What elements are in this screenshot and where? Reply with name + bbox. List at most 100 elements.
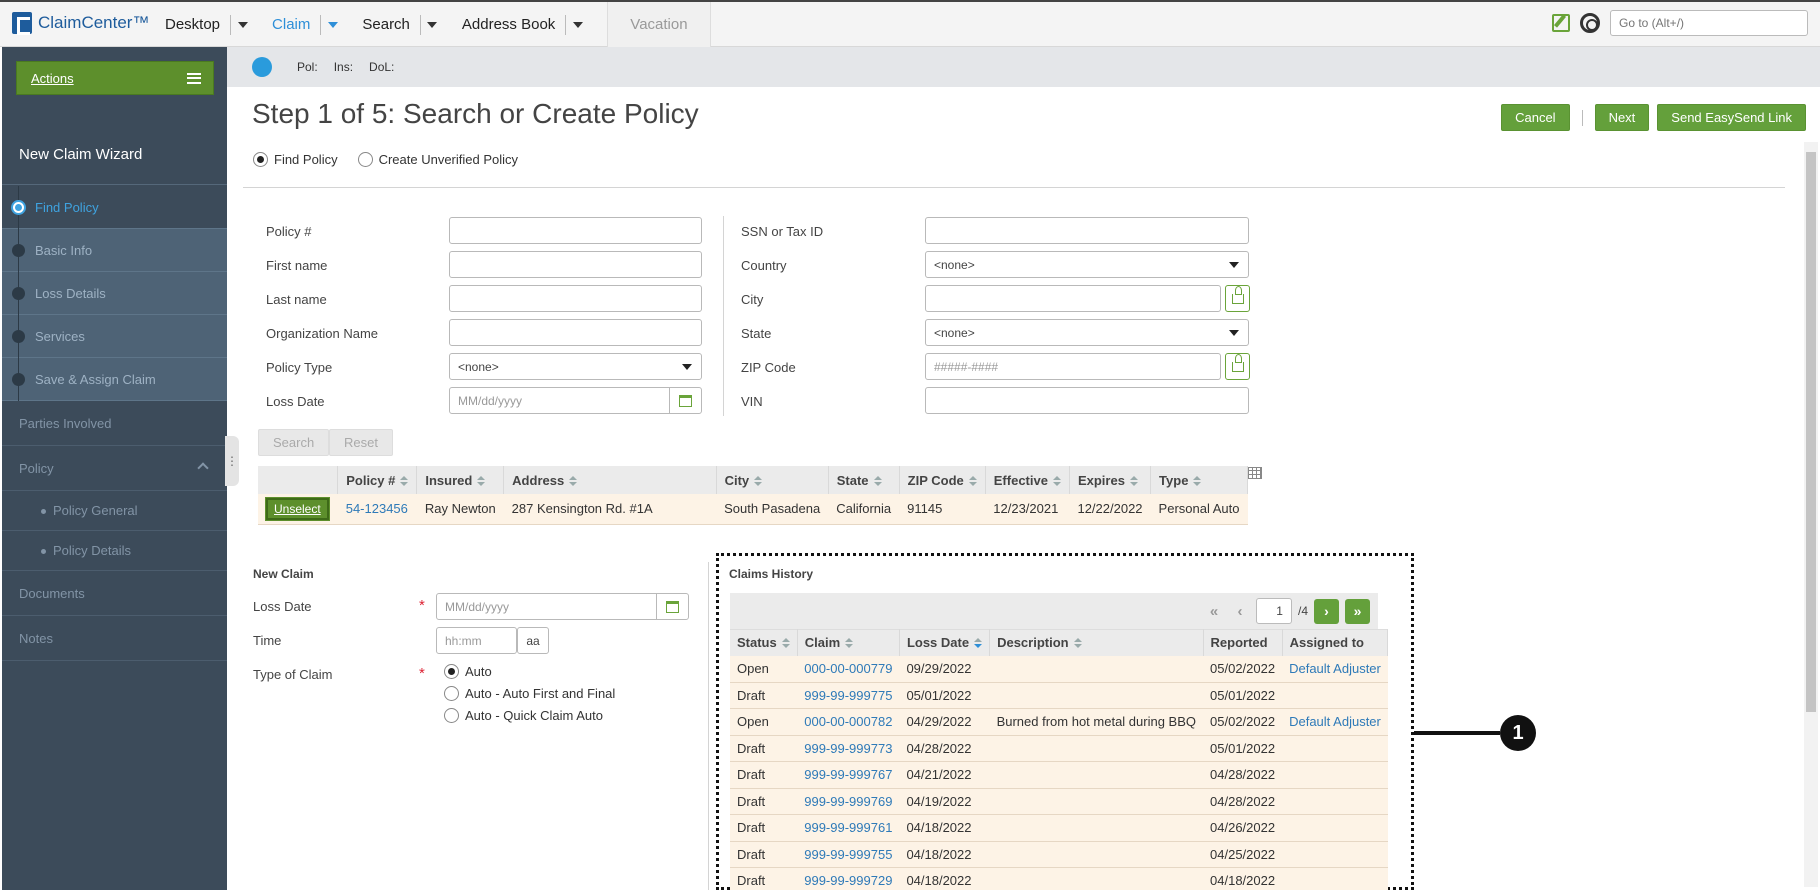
step-basic-info[interactable]: Basic Info (2, 229, 227, 272)
table-cell[interactable]: 54-123456 (337, 494, 417, 525)
reset-button[interactable]: Reset (329, 429, 393, 456)
sidebar-item-parties[interactable]: Parties Involved (2, 401, 227, 446)
table-row[interactable]: Draft 999-99-999767 04/21/2022 04/28/2022 (730, 761, 1388, 789)
first-name-field[interactable] (449, 251, 702, 278)
column-header[interactable]: Address (503, 466, 717, 494)
step-save-assign[interactable]: Save & Assign Claim (2, 358, 227, 401)
unselect-button[interactable]: Unselect (266, 497, 329, 520)
nav-search-label[interactable]: Search (362, 16, 420, 33)
column-header[interactable]: Type (1150, 466, 1248, 494)
send-easysend-button[interactable]: Send EasySend Link (1657, 104, 1806, 131)
claim-link[interactable]: 999-99-999769 (804, 794, 892, 809)
loss-date-field[interactable]: MM/dd/yyyy (449, 387, 702, 414)
table-row[interactable]: Draft 999-99-999775 05/01/2022 05/01/2022 (730, 682, 1388, 709)
table-cell[interactable]: 999-99-999767 (797, 761, 900, 789)
zip-lookup-button[interactable] (1225, 353, 1250, 380)
claim-link[interactable]: 999-99-999729 (804, 873, 892, 888)
ssn-field[interactable] (925, 217, 1249, 244)
page-scrollbar[interactable] (1804, 142, 1818, 887)
table-cell[interactable]: 999-99-999755 (797, 841, 900, 868)
policy-num-field[interactable] (449, 217, 702, 244)
claim-type-option[interactable]: Auto (444, 664, 615, 679)
claim-type-option[interactable]: Auto - Quick Claim Auto (444, 708, 615, 723)
claim-link[interactable]: 000-00-000779 (804, 661, 892, 676)
table-cell[interactable]: 999-99-999769 (797, 788, 900, 815)
claim-link[interactable]: 999-99-999755 (804, 847, 892, 862)
find-policy-label[interactable]: Find Policy (274, 152, 338, 167)
column-header[interactable]: Description (989, 629, 1204, 656)
claim-link[interactable]: 999-99-999775 (804, 688, 892, 703)
nav-address-book[interactable]: Address Book (462, 2, 607, 47)
step-services[interactable]: Services (2, 315, 227, 358)
calendar-button[interactable] (656, 594, 688, 619)
claim-type-option[interactable]: Auto - Auto First and Final (444, 686, 615, 701)
table-cell[interactable] (1282, 841, 1388, 868)
column-header[interactable]: City (716, 466, 829, 494)
table-row[interactable]: Open 000-00-000782 04/29/2022 Burned from h… (730, 708, 1388, 736)
assignee-link[interactable]: Default Adjuster (1289, 661, 1381, 676)
nav-desktop-label[interactable]: Desktop (165, 16, 230, 33)
find-policy-radio[interactable] (253, 152, 268, 167)
table-cell[interactable]: 999-99-999775 (797, 682, 900, 709)
table-cell[interactable] (1282, 814, 1388, 842)
scrollbar-thumb[interactable] (1806, 152, 1816, 712)
sidebar-collapse-handle[interactable]: ⋮ (225, 436, 239, 486)
edit-note-icon[interactable] (1552, 14, 1570, 32)
ampm-field[interactable]: aa (517, 627, 549, 654)
claim-type-radio[interactable] (444, 708, 459, 723)
nav-address-book-label[interactable]: Address Book (462, 16, 565, 33)
policy-type-select[interactable]: <none> (449, 353, 702, 380)
nav-desktop[interactable]: Desktop (165, 2, 272, 47)
cancel-button[interactable]: Cancel (1501, 104, 1570, 131)
claim-link[interactable]: 999-99-999773 (804, 741, 892, 756)
column-header[interactable]: Reported (1203, 629, 1283, 656)
step-loss-details[interactable]: Loss Details (2, 272, 227, 315)
table-cell[interactable]: Default Adjuster (1282, 655, 1388, 683)
app-logo[interactable]: ClaimCenter™ (12, 12, 149, 35)
sidebar-item-policy-details[interactable]: Policy Details (2, 531, 227, 571)
table-row[interactable]: Draft 999-99-999761 04/18/2022 04/26/2022 (730, 814, 1388, 842)
time-field[interactable]: hh:mm (436, 627, 517, 654)
column-config-icon[interactable] (1248, 467, 1262, 479)
nav-vacation[interactable]: Vacation (607, 2, 711, 47)
column-header[interactable]: State (828, 466, 900, 494)
table-cell[interactable]: Default Adjuster (1282, 708, 1388, 736)
policy-link[interactable]: 54-123456 (346, 501, 408, 516)
column-header[interactable]: ZIP Code (899, 466, 986, 494)
sidebar-item-policy-general[interactable]: Policy General (2, 491, 227, 531)
table-cell[interactable]: 999-99-999773 (797, 735, 900, 762)
table-row[interactable]: Unselect 54-123456 Ray Newton 287 Kensin… (258, 494, 1248, 525)
nav-search[interactable]: Search (362, 2, 462, 47)
table-row[interactable]: Draft 999-99-999773 04/28/2022 05/01/2022 (730, 735, 1388, 762)
column-header[interactable]: Claim (797, 629, 900, 656)
nav-claim[interactable]: Claim (272, 2, 362, 47)
table-cell[interactable] (1282, 682, 1388, 709)
create-unverified-label[interactable]: Create Unverified Policy (379, 152, 518, 167)
claim-type-radio[interactable] (444, 664, 459, 679)
nav-claim-label[interactable]: Claim (272, 16, 320, 33)
next-page-button[interactable]: › (1314, 598, 1339, 624)
claim-link[interactable]: 999-99-999767 (804, 767, 892, 782)
chevron-down-icon[interactable] (230, 14, 254, 35)
sidebar-item-documents[interactable]: Documents (2, 571, 227, 616)
state-select[interactable]: <none> (925, 319, 1249, 346)
chevron-down-icon[interactable] (565, 14, 589, 35)
column-header[interactable]: Expires (1069, 466, 1152, 494)
table-row[interactable]: Draft 999-99-999729 04/18/2022 04/18/2022 (730, 867, 1388, 890)
sidebar-item-policy[interactable]: Policy (2, 446, 227, 491)
city-field[interactable] (925, 285, 1221, 312)
claim-link[interactable]: 999-99-999761 (804, 820, 892, 835)
table-cell[interactable] (1282, 867, 1388, 890)
new-claim-loss-date-field[interactable]: MM/dd/yyyy (436, 593, 689, 620)
sidebar-item-notes[interactable]: Notes (2, 616, 227, 661)
table-cell[interactable]: 999-99-999729 (797, 867, 900, 890)
table-cell[interactable]: 000-00-000782 (797, 708, 900, 736)
column-header[interactable]: Loss Date (899, 629, 991, 656)
column-header[interactable]: Assigned to (1282, 629, 1389, 656)
column-header[interactable]: Policy # (337, 466, 418, 494)
goto-input[interactable] (1610, 10, 1808, 36)
city-lookup-button[interactable] (1225, 285, 1250, 312)
actions-button[interactable]: Actions (16, 61, 214, 95)
chevron-down-icon[interactable] (320, 14, 344, 35)
next-button[interactable]: Next (1594, 104, 1650, 131)
